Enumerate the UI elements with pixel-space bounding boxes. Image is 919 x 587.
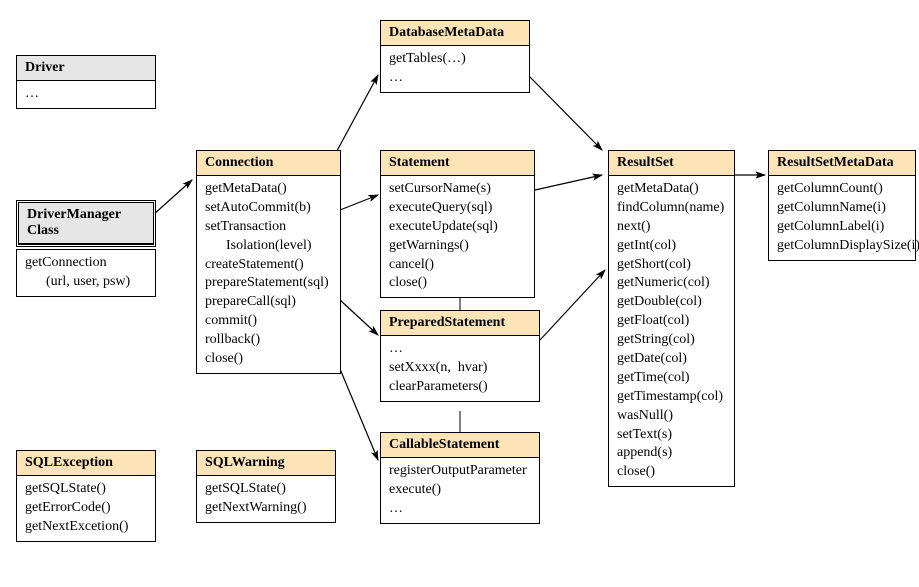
class-body: …setXxxx(n, hvar)clearParameters() <box>381 336 539 401</box>
class-box-connection: Connection getMetaData()setAutoCommit(b)… <box>196 150 341 374</box>
method-line: setAutoCommit(b) <box>205 199 332 218</box>
method-line: getNumeric(col) <box>617 274 726 293</box>
method-line: append(s) <box>617 444 726 463</box>
method-line: close() <box>205 350 332 369</box>
method-line: setXxxx(n, hvar) <box>389 359 531 378</box>
method-line: getErrorCode() <box>25 499 147 518</box>
method-line: getTime(col) <box>617 369 726 388</box>
class-title: ResultSetMetaData <box>769 151 915 176</box>
class-body: getMetaData()setAutoCommit(b)setTransact… <box>197 176 340 373</box>
method-line: getColumnLabel(i) <box>777 218 907 237</box>
class-title: ResultSet <box>609 151 734 176</box>
method-line: getDate(col) <box>617 350 726 369</box>
method-line: Isolation(level) <box>205 237 332 256</box>
class-title: Connection <box>197 151 340 176</box>
method-line: findColumn(name) <box>617 199 726 218</box>
method-line: getMetaData() <box>617 180 726 199</box>
class-box-driver: Driver … <box>16 55 156 109</box>
method-line: … <box>389 500 531 519</box>
class-body: getSQLState()getNextWarning() <box>197 476 335 522</box>
method-line: close() <box>617 463 726 482</box>
method-line: … <box>389 69 521 88</box>
method-line: commit() <box>205 312 332 331</box>
method-line: prepareCall(sql) <box>205 293 332 312</box>
method-line: getDouble(col) <box>617 293 726 312</box>
method-line: getString(col) <box>617 331 726 350</box>
method-line: … <box>389 340 531 359</box>
class-box-sqlexception: SQLException getSQLState()getErrorCode()… <box>16 450 156 542</box>
class-box-sqlwarning: SQLWarning getSQLState()getNextWarning() <box>196 450 336 523</box>
class-body: setCursorName(s)executeQuery(sql)execute… <box>381 176 534 297</box>
method-line: registerOutputParameter <box>389 462 531 481</box>
method-line: prepareStatement(sql) <box>205 274 332 293</box>
method-line: getColumnDisplaySize(i) <box>777 237 907 256</box>
class-box-callablestatement: CallableStatement registerOutputParamete… <box>380 432 540 524</box>
class-title: PreparedStatement <box>381 311 539 336</box>
method-line: rollback() <box>205 331 332 350</box>
method-line: createStatement() <box>205 256 332 275</box>
class-box-statement: Statement setCursorName(s)executeQuery(s… <box>380 150 535 298</box>
method-line: setCursorName(s) <box>389 180 526 199</box>
method-line: cancel() <box>389 256 526 275</box>
method-line: executeQuery(sql) <box>389 199 526 218</box>
class-body: getConnection (url, user, psw) <box>17 250 155 296</box>
class-body: getTables(…)… <box>381 46 529 92</box>
class-title: SQLException <box>17 451 155 476</box>
class-body: getColumnCount()getColumnName(i)getColum… <box>769 176 915 260</box>
class-title: SQLWarning <box>197 451 335 476</box>
class-body: … <box>17 81 155 108</box>
method-line: getTables(…) <box>389 50 521 69</box>
class-body: getSQLState()getErrorCode()getNextExceti… <box>17 476 155 541</box>
method-line: getTimestamp(col) <box>617 388 726 407</box>
method-line: close() <box>389 274 526 293</box>
method-line: setText(s) <box>617 426 726 445</box>
method-line: getFloat(col) <box>617 312 726 331</box>
method-line: getConnection <box>25 254 147 273</box>
method-line: wasNull() <box>617 407 726 426</box>
method-line: getWarnings() <box>389 237 526 256</box>
class-box-drivermanager: DriverManager Class <box>16 200 156 247</box>
method-line: getNextExcetion() <box>25 518 147 537</box>
class-title: CallableStatement <box>381 433 539 458</box>
method-line: getNextWarning() <box>205 499 327 518</box>
method-line: clearParameters() <box>389 378 531 397</box>
class-title: DatabaseMetaData <box>381 21 529 46</box>
method-line: execute() <box>389 481 531 500</box>
class-box-preparedstatement: PreparedStatement …setXxxx(n, hvar)clear… <box>380 310 540 402</box>
method-line: getColumnName(i) <box>777 199 907 218</box>
class-box-resultset: ResultSet getMetaData()findColumn(name)n… <box>608 150 735 487</box>
method-line: getInt(col) <box>617 237 726 256</box>
method-line: getMetaData() <box>205 180 332 199</box>
class-body-drivermanager: getConnection (url, user, psw) <box>16 249 156 297</box>
class-body: registerOutputParameterexecute()… <box>381 458 539 523</box>
method-line: getColumnCount() <box>777 180 907 199</box>
method-line: next() <box>617 218 726 237</box>
method-line: getSQLState() <box>205 480 327 499</box>
method-line: executeUpdate(sql) <box>389 218 526 237</box>
class-box-resultsetmetadata: ResultSetMetaData getColumnCount()getCol… <box>768 150 916 261</box>
class-title: DriverManager Class <box>19 203 153 244</box>
method-line: (url, user, psw) <box>25 273 147 292</box>
class-box-databasemetadata: DatabaseMetaData getTables(…)… <box>380 20 530 93</box>
method-line: … <box>25 85 147 104</box>
method-line: getShort(col) <box>617 256 726 275</box>
method-line: getSQLState() <box>25 480 147 499</box>
class-title: Statement <box>381 151 534 176</box>
method-line: setTransaction <box>205 218 332 237</box>
class-body: getMetaData()findColumn(name)next()getIn… <box>609 176 734 486</box>
class-title: Driver <box>17 56 155 81</box>
